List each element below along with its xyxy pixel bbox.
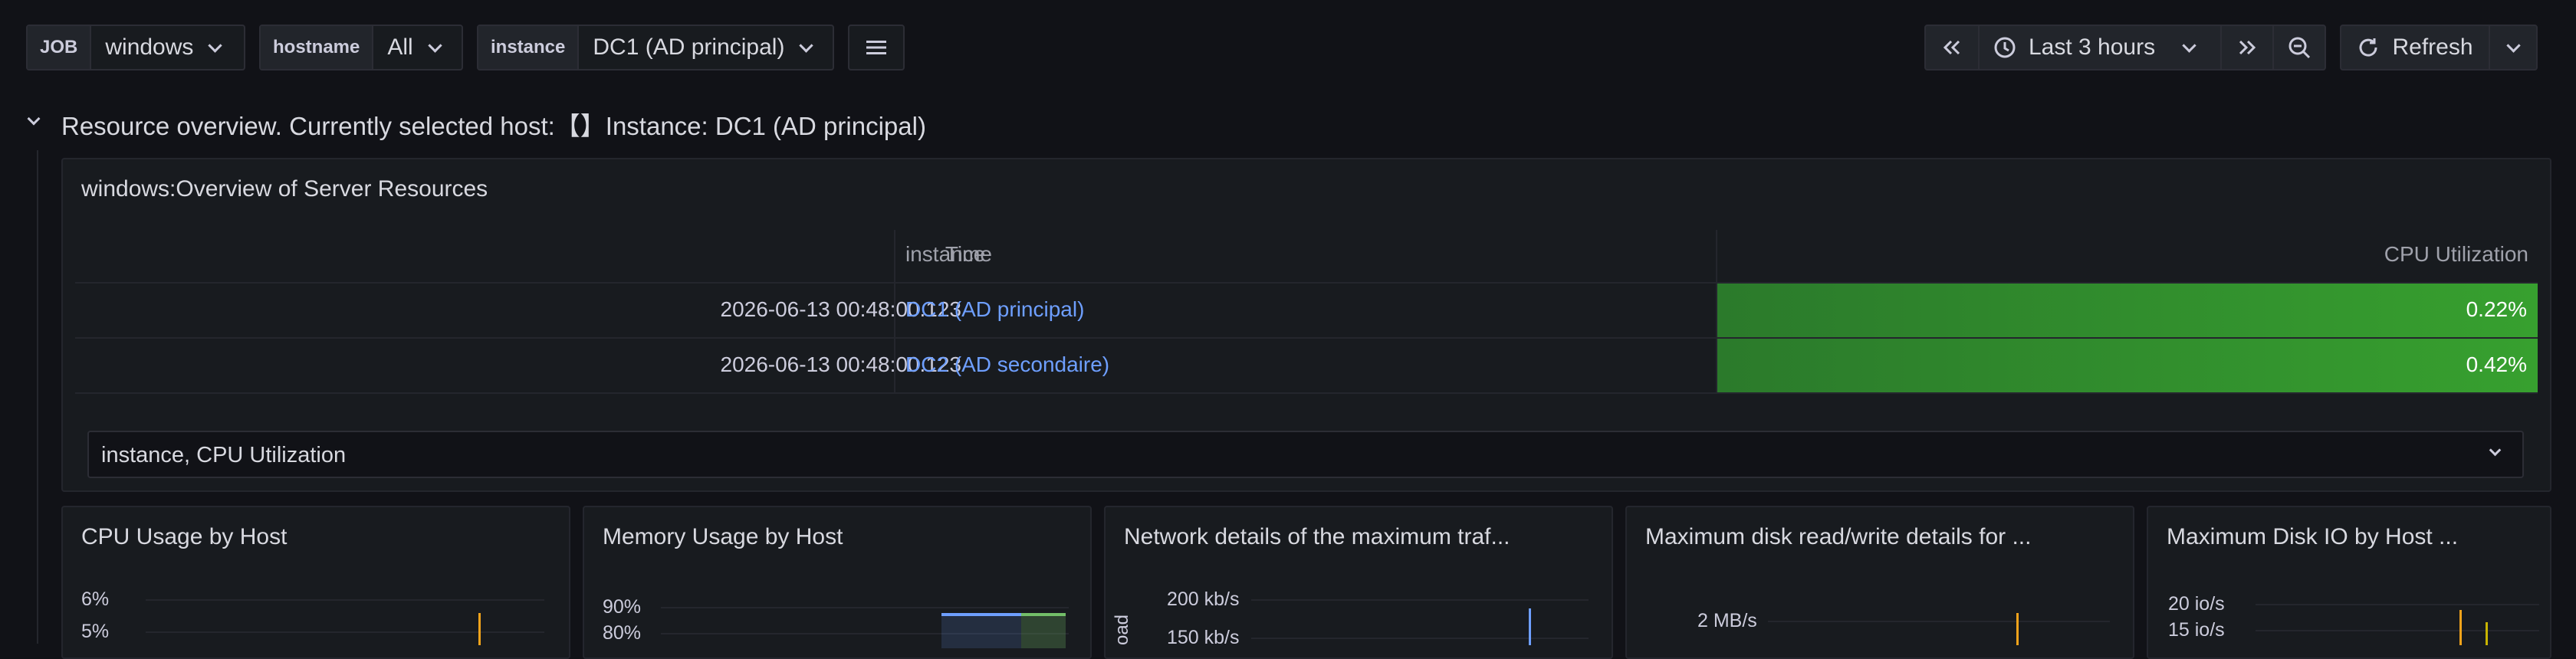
cpu-bar-gauge [1717,339,2538,392]
y-axis-label: oad [1112,614,1133,646]
y-tick: 90% [603,596,642,618]
y-tick: 5% [81,621,110,642]
row-title[interactable]: Resource overview. Currently selected ho… [61,106,926,143]
job-variable-value: windows [105,34,194,60]
row-divider [75,392,2538,394]
zoom-out-button[interactable] [2272,25,2326,70]
chevron-down-icon [2489,444,2502,457]
grid-line [2256,630,2539,631]
instance-variable-label: instance [478,26,580,69]
refresh-icon [2359,38,2377,57]
column-header-instance[interactable]: instance [905,242,985,267]
grid-line [661,607,1069,608]
grid-line [2256,604,2539,605]
time-range-label: Last 3 hours [2029,34,2156,60]
table-footer-select-value: instance, CPU Utilization [101,443,347,467]
refresh-button[interactable]: Refresh [2340,25,2490,70]
series-line [2459,610,2462,645]
row-guide-line [37,150,38,644]
hostname-variable-select[interactable]: All [373,26,453,69]
time-range-picker[interactable]: Last 3 hours [1978,25,2222,70]
cpu-bar-gauge [1717,284,2538,337]
instance-variable-value: DC1 (AD principal) [593,34,785,60]
grid-line [146,599,544,601]
table-row: 2026-06-13 00:48:00.123 DC1 (AD principa… [75,284,2538,337]
row-collapse-toggle[interactable] [27,112,44,129]
grid-line [1251,599,1589,601]
series-line [478,613,481,645]
panel-title[interactable]: Network details of the maximum traf... [1124,524,1510,550]
panel-title[interactable]: Maximum Disk IO by Host ... [2167,524,2458,550]
job-variable[interactable]: JOB windows [26,25,245,70]
series-line [2486,622,2488,645]
chevron-down-icon [2505,38,2521,53]
time-shift-forward-button[interactable] [2220,25,2274,70]
network-traffic-panel: Network details of the maximum traf... o… [1104,506,1613,659]
y-tick: 20 io/s [2168,593,2225,615]
table-row: 2026-06-13 00:48:00.123 DC2 (AD secondai… [75,339,2538,392]
y-tick: 150 kb/s [1167,627,1240,648]
grid-line [146,631,544,633]
y-tick: 15 io/s [2168,619,2225,641]
refresh-interval-dropdown[interactable] [2489,25,2538,70]
panel-title[interactable]: CPU Usage by Host [81,524,287,550]
hostname-variable-value: All [387,34,413,60]
hostname-variable-label: hostname [261,26,374,69]
chevrons-left-icon [1943,40,1960,55]
grid-line [1768,621,2110,622]
refresh-label: Refresh [2392,34,2473,60]
chevron-down-icon [27,112,41,126]
hostname-variable[interactable]: hostname All [259,25,463,70]
cell-cpu: 0.22% [2466,297,2527,321]
panel-title[interactable]: Memory Usage by Host [603,524,843,550]
memory-usage-panel: Memory Usage by Host 90% 80% [583,506,1092,659]
disk-io-panel: Maximum Disk IO by Host ... 20 io/s 15 i… [2147,506,2551,659]
cell-cpu: 0.42% [2466,352,2527,376]
job-variable-select[interactable]: windows [91,26,234,69]
disk-read-write-panel: Maximum disk read/write details for ... … [1625,506,2134,659]
cell-instance-link[interactable]: DC1 (AD principal) [905,297,1084,322]
y-tick: 6% [81,589,110,610]
panel-title[interactable]: Maximum disk read/write details for ... [1645,524,2031,550]
chevrons-right-icon [2239,40,2256,55]
y-tick: 2 MB/s [1697,610,1757,631]
zoom-out-icon [2288,37,2311,59]
menu-icon [866,41,886,54]
instance-variable-select[interactable]: DC1 (AD principal) [579,26,825,69]
chevron-down-icon [208,38,223,53]
chevron-down-icon [2182,38,2196,53]
series-line [2016,613,2019,645]
series-line [1529,608,1531,645]
time-shift-back-button[interactable] [1924,25,1980,70]
grid-line [1251,638,1589,639]
series-area [941,613,1021,648]
series-area [1021,613,1066,648]
cpu-usage-panel: CPU Usage by Host 6% 5% [61,506,570,659]
y-tick: 80% [603,622,642,644]
clock-icon [1994,37,2016,58]
panel-title[interactable]: windows:Overview of Server Resources [81,176,488,202]
instance-variable[interactable]: instance DC1 (AD principal) [477,25,834,70]
job-variable-label: JOB [28,26,92,69]
chevron-down-icon [799,38,814,53]
table-footer-select[interactable]: instance, CPU Utilization [87,431,2524,478]
menu-button[interactable] [848,25,905,70]
chevron-down-icon [428,38,442,53]
column-header-cpu[interactable]: CPU Utilization [2384,242,2528,267]
y-tick: 200 kb/s [1167,589,1240,610]
cell-instance-link[interactable]: DC2 (AD secondaire) [905,352,1109,377]
